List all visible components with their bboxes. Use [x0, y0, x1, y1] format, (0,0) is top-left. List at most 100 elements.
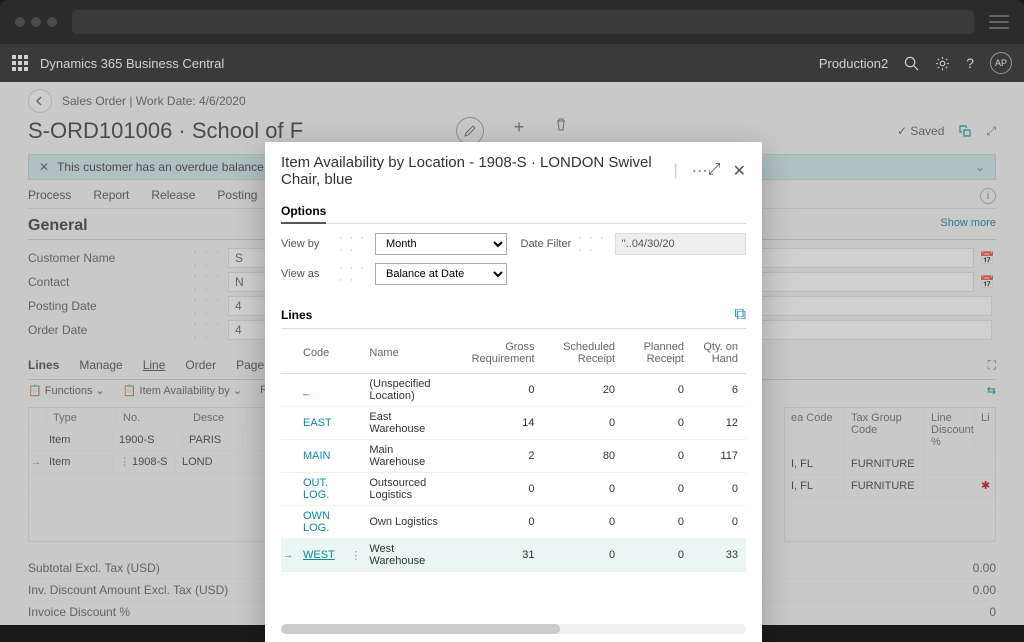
options-heading: Options: [281, 204, 326, 224]
environment-badge[interactable]: Production2: [819, 56, 888, 71]
tab-manage[interactable]: Manage: [79, 358, 122, 373]
toolbar-posting[interactable]: Posting: [217, 188, 257, 204]
tab-order[interactable]: Order: [185, 358, 216, 373]
col-qoh[interactable]: Qty. on Hand: [692, 337, 746, 374]
app-launcher-icon[interactable]: [12, 55, 28, 71]
availability-table: Code Name Gross Requirement Scheduled Re…: [281, 337, 746, 572]
browser-chrome: [0, 0, 1024, 44]
code-cell[interactable]: _: [295, 374, 350, 407]
tab-page[interactable]: Page: [236, 358, 264, 373]
close-notice-icon[interactable]: ✕: [39, 160, 49, 174]
address-bar[interactable]: [72, 10, 974, 34]
row-arrow-icon: [281, 440, 295, 473]
subtotal-label: Subtotal Excl. Tax (USD): [28, 561, 160, 575]
table-row[interactable]: →WEST⋮West Warehouse310033: [281, 539, 746, 572]
name-cell: Main Warehouse: [361, 440, 453, 473]
col-sched[interactable]: Scheduled Receipt: [543, 337, 624, 374]
back-button[interactable]: [28, 89, 52, 113]
sched-cell: 80: [543, 440, 624, 473]
dialog-expand-icon[interactable]: ⤢: [708, 161, 721, 181]
saved-indicator: ✓ Saved: [897, 124, 944, 138]
edit-icon[interactable]: [456, 117, 484, 145]
gross-cell: 2: [454, 440, 543, 473]
gross-cell: 0: [454, 506, 543, 539]
row-arrow-icon: →: [281, 539, 295, 572]
show-more-link[interactable]: Show more: [940, 217, 996, 235]
table-row[interactable]: _(Unspecified Location)02006: [281, 374, 746, 407]
name-cell: Outsourced Logistics: [361, 473, 453, 506]
col-planned[interactable]: Planned Receipt: [623, 337, 692, 374]
code-cell[interactable]: MAIN: [295, 440, 350, 473]
calendar-icon[interactable]: 📅: [978, 251, 996, 265]
code-cell[interactable]: WEST: [295, 539, 350, 572]
new-icon[interactable]: +: [514, 117, 525, 145]
item-availability-menu[interactable]: 📋 Item Availability by ⌄: [123, 384, 242, 397]
viewby-select[interactable]: Month: [375, 233, 507, 255]
row-menu-icon[interactable]: [350, 440, 361, 473]
row-menu-icon[interactable]: ⋮: [350, 539, 361, 572]
col-desc: Desce: [187, 408, 247, 428]
dialog-more-icon[interactable]: ⋯: [684, 161, 708, 181]
viewas-label: View as: [281, 268, 339, 280]
expand-icon[interactable]: ⤢: [986, 124, 996, 139]
row-arrow-icon: [281, 506, 295, 539]
toolbar-process[interactable]: Process: [28, 188, 71, 204]
col-name[interactable]: Name: [361, 337, 453, 374]
item-availability-dialog: Item Availability by Location - 1908-S ·…: [265, 142, 762, 642]
functions-menu[interactable]: 📋 Functions ⌄: [28, 384, 105, 397]
app-name: Dynamics 365 Business Central: [40, 56, 224, 71]
qoh-cell: 12: [692, 407, 746, 440]
col-no: No.: [117, 408, 187, 428]
planned-cell: 0: [623, 473, 692, 506]
avatar[interactable]: AP: [990, 52, 1012, 74]
sched-cell: 20: [543, 374, 624, 407]
help-icon[interactable]: ?: [966, 55, 974, 71]
code-cell[interactable]: EAST: [295, 407, 350, 440]
lines-heading: Lines: [281, 308, 312, 322]
browser-menu-icon[interactable]: [989, 15, 1009, 29]
code-cell[interactable]: OWN LOG.: [295, 506, 350, 539]
gear-icon[interactable]: [935, 56, 950, 71]
row-menu-icon[interactable]: [350, 506, 361, 539]
row-arrow-icon: [281, 374, 295, 407]
qoh-cell: 6: [692, 374, 746, 407]
qoh-cell: 33: [692, 539, 746, 572]
col-code[interactable]: Code: [295, 337, 350, 374]
table-row[interactable]: EASTEast Warehouse140012: [281, 407, 746, 440]
table-row[interactable]: OWN LOG.Own Logistics0000: [281, 506, 746, 539]
col-tax: Tax Group Code: [845, 408, 925, 452]
share-icon[interactable]: [958, 124, 972, 138]
notice-chevron-icon[interactable]: ⌄: [975, 160, 985, 174]
tab-line[interactable]: Line: [143, 358, 166, 373]
lines-popout-icon[interactable]: ⧉: [735, 306, 746, 324]
col-type: Type: [47, 408, 117, 428]
dialog-close-icon[interactable]: ✕: [733, 161, 746, 181]
row-menu-icon[interactable]: [350, 473, 361, 506]
gross-cell: 31: [454, 539, 543, 572]
table-row[interactable]: OUT. LOG.Outsourced Logistics0000: [281, 473, 746, 506]
dialog-title: Item Availability by Location - 1908-S ·…: [281, 154, 668, 188]
lines-heading: Lines: [28, 358, 59, 373]
col-area: ea Code: [785, 408, 845, 452]
toolbar-release[interactable]: Release: [151, 188, 195, 204]
col-gross[interactable]: Gross Requirement: [454, 337, 543, 374]
info-icon[interactable]: i: [980, 188, 996, 204]
calendar-icon[interactable]: 📅: [978, 275, 996, 289]
horizontal-scrollbar[interactable]: [281, 624, 746, 634]
qoh-cell: 0: [692, 506, 746, 539]
toolbar-report[interactable]: Report: [93, 188, 129, 204]
page-title: S-ORD101006 · School of F: [28, 118, 303, 144]
planned-cell: 0: [623, 539, 692, 572]
name-cell: West Warehouse: [361, 539, 453, 572]
posting-date-label: Posting Date: [28, 299, 193, 313]
lines-related-icon[interactable]: ⇆: [987, 384, 996, 397]
viewas-select[interactable]: Balance at Date: [375, 263, 507, 285]
lines-expand-icon[interactable]: ⛶: [988, 358, 996, 373]
row-menu-icon[interactable]: [350, 407, 361, 440]
code-cell[interactable]: OUT. LOG.: [295, 473, 350, 506]
col-disc: Line Discount %: [925, 408, 975, 452]
row-menu-icon[interactable]: [350, 374, 361, 407]
search-icon[interactable]: [904, 56, 919, 71]
table-row[interactable]: MAINMain Warehouse2800117: [281, 440, 746, 473]
delete-icon[interactable]: [554, 117, 568, 145]
